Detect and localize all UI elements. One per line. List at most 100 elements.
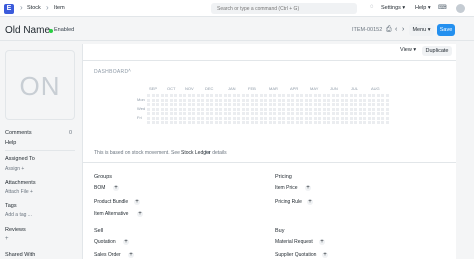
heatmap-cell [264, 103, 267, 106]
heatmap-cell [313, 98, 317, 102]
heatmap-cell [300, 107, 303, 111]
heatmap-cell [372, 112, 375, 115]
heatmap-cell [322, 112, 326, 115]
heatmap-cell [349, 107, 353, 111]
heatmap-cell [268, 103, 272, 106]
sidebar-help[interactable]: Help [5, 140, 16, 146]
duplicate-button[interactable]: Duplicate [422, 46, 452, 56]
heatmap-cell [358, 107, 362, 111]
link-item-price[interactable]: Item Price [275, 185, 298, 191]
heatmap-cell [228, 112, 231, 115]
add-item-alternative-icon[interactable]: + [137, 211, 143, 217]
heatmap-cell [223, 121, 227, 124]
attach-file-link[interactable]: Attach File + [5, 189, 33, 195]
add-material-request-icon[interactable]: + [319, 239, 325, 245]
heatmap-cell [250, 107, 254, 111]
heatmap-cell [192, 116, 195, 120]
heatmap-cell [277, 121, 281, 124]
next-doc-icon[interactable]: › [402, 26, 404, 33]
heatmap-cell [196, 107, 200, 111]
heatmap-cell [313, 112, 317, 115]
heatmap-cell [354, 121, 357, 124]
heatmap-cell [192, 98, 195, 102]
heatmap-cell [268, 116, 272, 120]
heatmap-cell [282, 98, 285, 102]
add-review-icon[interactable]: + [5, 236, 9, 242]
heatmap-cell [255, 98, 258, 102]
heatmap-cell [268, 94, 272, 97]
assign-link[interactable]: Assign + [5, 166, 24, 172]
avatar[interactable] [456, 4, 465, 13]
search-input[interactable] [211, 3, 357, 14]
heatmap-cell [372, 116, 375, 120]
heatmap-cell [250, 98, 254, 102]
add-supplier-quotation-icon[interactable]: + [322, 252, 328, 258]
heatmap-cell [318, 107, 321, 111]
heatmap-cell [160, 116, 164, 120]
heatmap-cell [223, 112, 227, 115]
help-dropdown[interactable]: Help ▾ [415, 5, 431, 11]
toolbar-divider [83, 60, 456, 61]
heatmap-cell [237, 112, 240, 115]
breadcrumb-item[interactable]: Item [54, 5, 65, 11]
heatmap-cell [300, 116, 303, 120]
heatmap-cell [165, 121, 168, 124]
heatmap-cell [205, 121, 209, 124]
heatmap-cell [228, 121, 231, 124]
add-product-bundle-icon[interactable]: + [134, 199, 140, 205]
heatmap-cell [259, 107, 263, 111]
heatmap-cell [219, 112, 222, 115]
prev-doc-icon[interactable]: ‹ [395, 26, 397, 33]
sidebar-comments[interactable]: Comments [5, 130, 32, 136]
heatmap-cell [327, 98, 330, 102]
heatmap-cell [205, 103, 209, 106]
link-supplier-quotation[interactable]: Supplier Quotation [275, 252, 316, 258]
dashboard-section-title[interactable]: DASHBOARD [94, 69, 128, 75]
heatmap-cell [300, 121, 303, 124]
view-dropdown[interactable]: View ▾ [400, 47, 416, 53]
app-logo[interactable]: E [4, 4, 14, 14]
link-product-bundle[interactable]: Product Bundle [94, 199, 128, 205]
keyboard-icon[interactable]: ⌨ [438, 4, 447, 11]
heatmap-cell [174, 116, 177, 120]
heatmap-cell [376, 112, 380, 115]
heatmap-cell [201, 121, 204, 124]
heatmap-cell [313, 103, 317, 106]
heatmap-cell [196, 98, 200, 102]
link-quotation[interactable]: Quotation [94, 239, 116, 245]
heatmap-cell [349, 121, 353, 124]
heatmap-cell [210, 107, 213, 111]
bell-icon[interactable]: ◌ [370, 4, 374, 10]
heatmap-cell [214, 98, 218, 102]
view-label: View [400, 47, 412, 53]
link-item-alternative[interactable]: Item Alternative [94, 211, 128, 217]
heatmap-cell [322, 94, 326, 97]
heatmap-cell [318, 112, 321, 115]
chevron-up-icon[interactable]: ˄ [128, 68, 131, 74]
heatmap-cell [354, 103, 357, 106]
breadcrumb-stock[interactable]: Stock [27, 5, 41, 11]
add-tag-link[interactable]: Add a tag ... [5, 212, 32, 218]
add-quotation-icon[interactable]: + [123, 239, 129, 245]
heatmap-cell [354, 116, 357, 120]
heatmap-cell [219, 116, 222, 120]
link-material-request[interactable]: Material Request [275, 239, 313, 245]
link-sales-order[interactable]: Sales Order [94, 252, 121, 258]
link-bom[interactable]: BOM [94, 185, 105, 191]
save-button[interactable]: Save [437, 24, 455, 36]
item-image-placeholder[interactable]: ON [5, 50, 75, 120]
settings-dropdown[interactable]: Settings ▾ [381, 5, 405, 11]
heatmap-cell [214, 107, 218, 111]
add-bom-icon[interactable]: + [113, 185, 119, 191]
heatmap-month-label: OCT [167, 86, 176, 91]
printer-icon[interactable]: ⎙ [386, 26, 392, 34]
add-item-price-icon[interactable]: + [305, 185, 311, 191]
heatmap-cell [246, 107, 249, 111]
header-divider [0, 40, 474, 41]
link-pricing-rule[interactable]: Pricing Rule [275, 199, 302, 205]
add-pricing-rule-icon[interactable]: + [307, 199, 313, 205]
chevron-right-icon: › [20, 3, 23, 12]
menu-button[interactable]: Menu ▾ [409, 24, 434, 36]
dashboard-note-suffix: for details [205, 150, 227, 156]
add-sales-order-icon[interactable]: + [128, 252, 134, 258]
